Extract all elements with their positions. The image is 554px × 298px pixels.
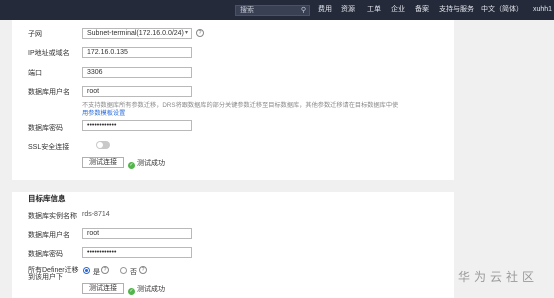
parameter-migration-note: 不支持数据库所有参数迁移，DRS将跟数据库的部分关键参数迁移至目标数据库，其他参…	[82, 102, 399, 109]
definer-label-line2: 到该用户下	[28, 274, 63, 281]
source-username-field[interactable]: root	[82, 86, 192, 97]
toggle-knob	[97, 142, 103, 148]
port-label: 端口	[28, 70, 42, 77]
target-user-label: 数据库用户名	[28, 232, 70, 239]
instance-name-label: 数据库实例名称	[28, 213, 77, 220]
watermark: 华为云社区	[458, 270, 539, 284]
definer-no-label: 否	[130, 269, 137, 276]
nav-item-support[interactable]: 支持与服务	[439, 0, 474, 20]
ssl-toggle[interactable]	[96, 141, 110, 149]
help-icon[interactable]: ?	[139, 266, 147, 274]
nav-item-enterprise[interactable]: 企业	[391, 0, 405, 20]
target-test-connection-button[interactable]: 测试连接	[82, 283, 124, 294]
source-test-connection-button[interactable]: 测试连接	[82, 157, 124, 168]
target-test-status: ✓ 测试成功	[128, 284, 165, 295]
source-user-label: 数据库用户名	[28, 89, 70, 96]
definer-yes-radio[interactable]	[83, 267, 90, 274]
nav-item-account[interactable]: xuhh1	[533, 0, 552, 20]
help-icon[interactable]: ?	[101, 266, 109, 274]
search-placeholder: 搜索	[240, 7, 254, 14]
definer-yes-label: 是	[93, 269, 100, 276]
ip-address-field[interactable]: 172.16.0.135	[82, 47, 192, 58]
success-check-icon: ✓	[128, 162, 135, 169]
port-field[interactable]: 3306	[82, 67, 192, 78]
target-password-field[interactable]: ••••••••••••	[82, 247, 192, 258]
nav-item-resources[interactable]: 资源	[341, 0, 355, 20]
subnet-selected-value: Subnet-terminal(172.16.0.0/24)	[87, 30, 184, 37]
target-username-field[interactable]: root	[82, 228, 192, 239]
connection-form-panel: 子网 Subnet-terminal(172.16.0.0/24) ▾ ? IP…	[12, 20, 454, 298]
ip-label: IP地址或域名	[28, 50, 70, 57]
section-divider	[12, 180, 454, 192]
nav-item-language[interactable]: 中文（简体）	[481, 0, 523, 20]
parameter-template-note: 用参数模板设置	[82, 108, 125, 117]
source-test-result: 测试成功	[137, 160, 165, 167]
help-icon[interactable]: ?	[196, 29, 204, 37]
source-test-status: ✓ 测试成功	[128, 158, 165, 169]
search-icon[interactable]: ⚲	[301, 6, 306, 15]
nav-item-tickets[interactable]: 工单	[367, 0, 381, 20]
subnet-select[interactable]: Subnet-terminal(172.16.0.0/24) ▾	[82, 28, 192, 39]
source-password-label: 数据库密码	[28, 125, 63, 132]
definer-no-radio[interactable]	[120, 267, 127, 274]
target-password-label: 数据库密码	[28, 251, 63, 258]
nav-item-billing[interactable]: 费用	[318, 0, 332, 20]
success-check-icon: ✓	[128, 288, 135, 295]
top-navigation-bar: 搜索 ⚲ 费用 资源 工单 企业 备案 支持与服务 中文（简体） xuhh1	[0, 0, 554, 20]
target-section-title: 目标库信息	[28, 194, 66, 203]
subnet-label: 子网	[28, 31, 42, 38]
nav-item-icp-filing[interactable]: 备案	[415, 0, 429, 20]
chevron-down-icon: ▾	[184, 30, 188, 36]
target-test-result: 测试成功	[137, 286, 165, 293]
search-input[interactable]: 搜索 ⚲	[235, 5, 310, 16]
parameter-template-link[interactable]: 用参数模板设置	[82, 110, 125, 117]
ssl-label: SSL安全连接	[28, 144, 70, 151]
source-password-field[interactable]: ••••••••••••	[82, 120, 192, 131]
instance-name-value: rds-8714	[82, 211, 110, 218]
